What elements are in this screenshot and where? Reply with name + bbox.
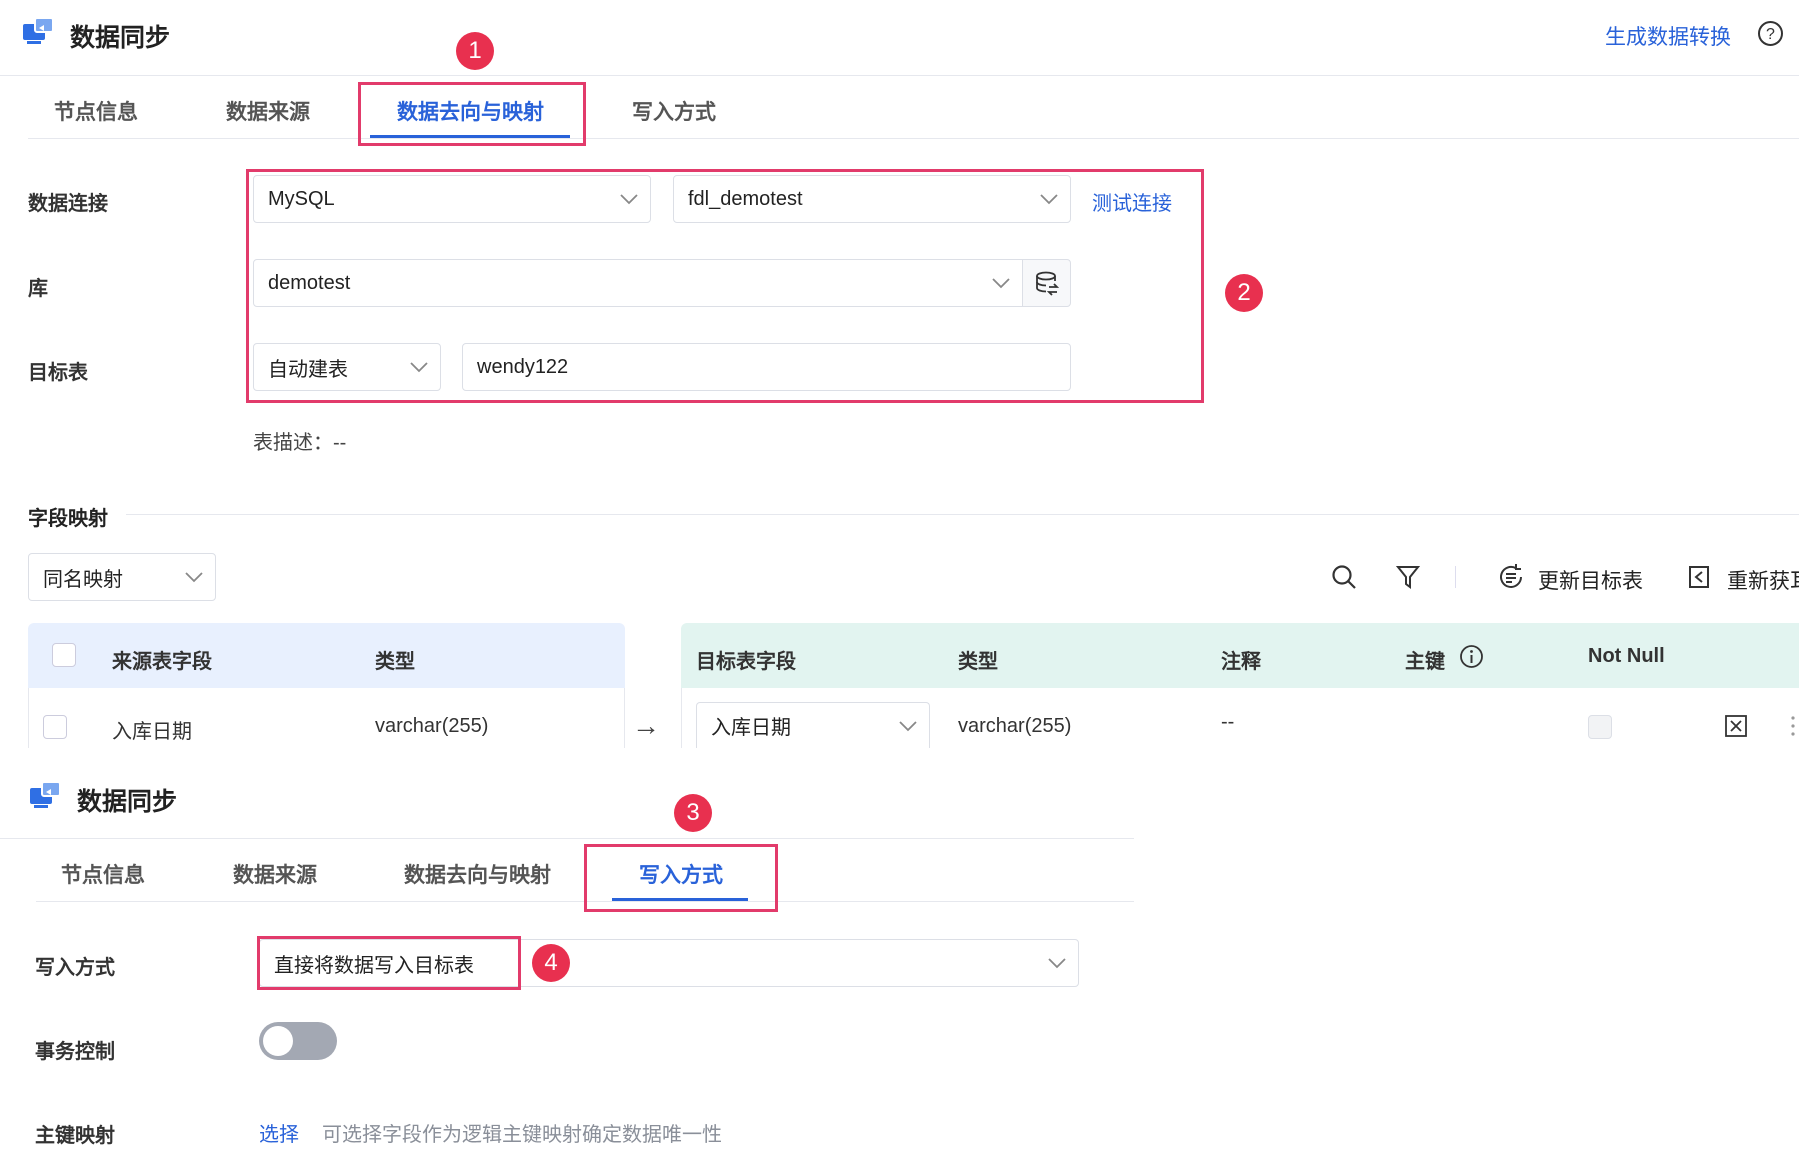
primary-key-header: 主键: [1405, 651, 1445, 673]
highlight-box-write: [257, 936, 521, 990]
update-table-icon: [1500, 564, 1522, 588]
connection-label: 数据连接: [28, 193, 108, 215]
target-table-label: 目标表: [28, 362, 88, 384]
step-badge-2: 2: [1225, 274, 1263, 312]
field-mapping-title: 字段映射: [28, 508, 108, 530]
more-vertical-icon[interactable]: [1789, 714, 1797, 738]
refetch-button[interactable]: 重新获耳: [1727, 565, 1799, 595]
info-icon[interactable]: [1459, 644, 1484, 669]
tab-node-info[interactable]: 节点信息: [61, 859, 145, 889]
source-type-header: 类型: [375, 651, 415, 673]
highlight-box-form: [246, 169, 1204, 403]
tab-data-source[interactable]: 数据来源: [226, 96, 310, 126]
chevron-down-icon: [1048, 958, 1066, 969]
step-badge-1: 1: [456, 32, 494, 70]
transaction-toggle[interactable]: [259, 1022, 337, 1060]
mapping-mode-value: 同名映射: [43, 568, 123, 591]
target-field-value: 入库日期: [711, 717, 791, 739]
mapping-divider: [126, 514, 1799, 515]
step-badge-3: 3: [674, 794, 712, 832]
toggle-knob: [263, 1026, 293, 1056]
tab-write-mode[interactable]: 写入方式: [632, 96, 716, 126]
svg-text:?: ?: [1766, 26, 1775, 43]
tab-data-destination[interactable]: 数据去向与映射: [404, 859, 551, 889]
source-field-cell: 入库日期: [112, 721, 192, 743]
refetch-icon: [1689, 566, 1709, 588]
update-target-button[interactable]: 更新目标表: [1538, 565, 1643, 595]
mapping-arrow: →: [632, 710, 660, 741]
header-divider: [0, 75, 1799, 76]
primary-key-mapping-label: 主键映射: [35, 1125, 115, 1147]
data-sync-icon: [23, 17, 54, 44]
comment-cell: --: [1221, 711, 1235, 733]
toolbar-divider: [1455, 566, 1456, 588]
transaction-control-label: 事务控制: [35, 1041, 115, 1063]
select-primary-key-link[interactable]: 选择: [259, 1118, 299, 1147]
generate-transform-link[interactable]: 生成数据转换: [1605, 21, 1731, 51]
page-title: 数据同步: [77, 788, 178, 816]
source-select-all-checkbox[interactable]: [52, 643, 76, 667]
tab-node-info[interactable]: 节点信息: [54, 96, 138, 126]
database-label: 库: [28, 278, 48, 300]
data-sync-icon: [30, 781, 61, 808]
chevron-down-icon: [899, 720, 917, 731]
top-panel: 数据同步 生成数据转换 ? 节点信息 数据来源 数据去向与映射 写入方式 1 数…: [0, 0, 1799, 762]
target-field-select[interactable]: 入库日期: [696, 702, 930, 748]
mapping-mode-select[interactable]: 同名映射: [28, 553, 216, 601]
bottom-panel: 数据同步 节点信息 数据来源 数据去向与映射 写入方式 3 写入方式 直接将数据…: [0, 748, 1140, 1160]
not-null-checkbox[interactable]: [1588, 715, 1612, 739]
table-description: 表描述：--: [253, 432, 347, 454]
search-icon[interactable]: [1331, 564, 1357, 590]
chevron-down-icon: [185, 572, 203, 583]
highlight-box-tab: [584, 844, 778, 912]
page-title: 数据同步: [70, 24, 171, 52]
filter-icon[interactable]: [1396, 564, 1420, 590]
source-type-cell: varchar(255): [375, 715, 489, 737]
source-field-header: 来源表字段: [112, 651, 212, 673]
step-badge-4: 4: [532, 944, 570, 982]
target-type-header: 类型: [958, 651, 998, 673]
help-icon[interactable]: ?: [1757, 20, 1784, 47]
target-type-cell: varchar(255): [958, 715, 1072, 737]
write-mode-label: 写入方式: [35, 957, 115, 979]
tab-data-source[interactable]: 数据来源: [233, 859, 317, 889]
delete-row-icon[interactable]: [1724, 714, 1748, 738]
target-field-header: 目标表字段: [696, 651, 796, 673]
comment-header: 注释: [1221, 651, 1261, 673]
header-divider: [0, 838, 1134, 839]
source-row-checkbox[interactable]: [43, 715, 67, 739]
not-null-header: Not Null: [1588, 645, 1665, 667]
primary-key-hint: 可选择字段作为逻辑主键映射确定数据唯一性: [322, 1124, 722, 1146]
highlight-box-tab: [358, 82, 586, 146]
tabs-divider: [28, 138, 1799, 139]
